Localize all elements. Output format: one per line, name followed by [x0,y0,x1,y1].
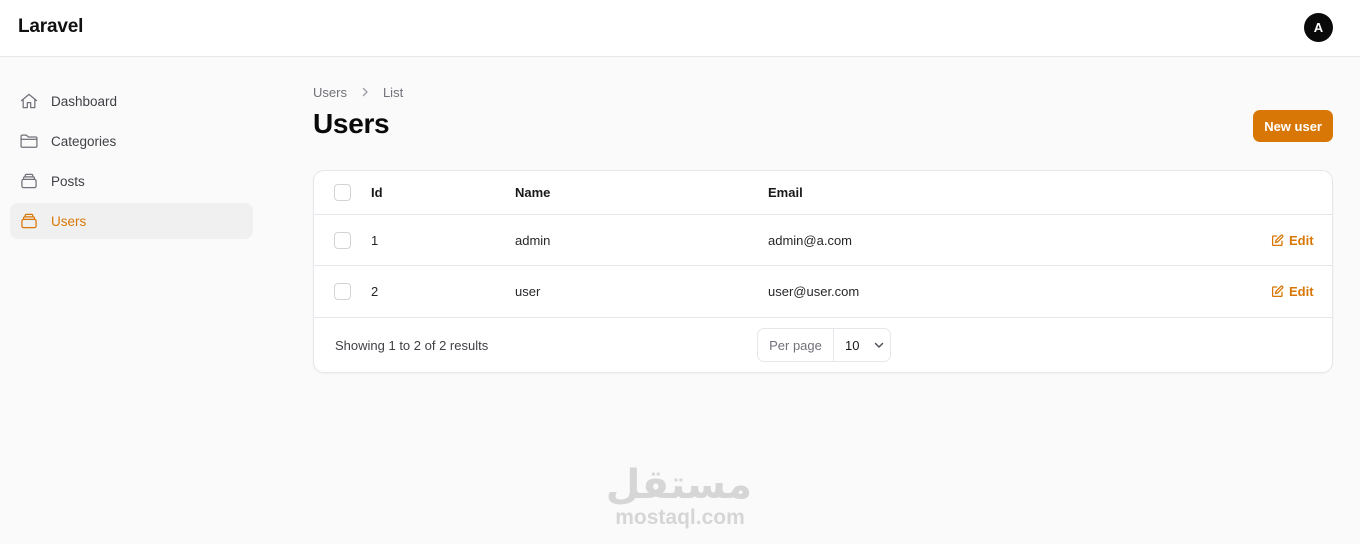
per-page-control: Per page 10 [757,328,891,362]
chevron-down-icon [875,342,884,348]
watermark-logo: مستقل mostaql.com [605,462,752,529]
edit-button[interactable]: Edit [1271,266,1314,317]
users-table: Id Name Email 1 admin admin@a.com Edit 2… [313,170,1333,373]
row-select-cell [334,266,351,317]
watermark-arabic: مستقل [605,462,752,508]
table-row[interactable]: 2 user user@user.com Edit [314,266,1332,318]
sidebar-item-label: Posts [51,173,85,189]
app-brand[interactable]: Laravel [18,16,83,38]
folder-icon [19,131,39,151]
cell-email: admin@a.com [768,232,853,248]
per-page-label: Per page [758,329,834,361]
cell-name: user [515,284,541,299]
cell-id: 1 [371,232,379,248]
new-user-button[interactable]: New user [1253,110,1333,142]
top-bar: Laravel A [0,0,1360,57]
home-icon [19,91,39,111]
edit-label: Edit [1289,232,1314,248]
pagination-summary: Showing 1 to 2 of 2 results [335,338,489,353]
column-header-id[interactable]: Id [371,171,383,214]
pencil-square-icon [1271,285,1284,298]
sidebar-item-dashboard[interactable]: Dashboard [10,83,253,119]
sidebar-item-label: Dashboard [51,93,118,109]
select-all-cell [334,171,351,214]
row-checkbox[interactable] [334,231,351,249]
per-page-value: 10 [845,337,860,353]
sidebar-item-categories[interactable]: Categories [10,123,253,159]
table-header: Id Name Email [314,171,1332,215]
page-title: Users [313,108,390,139]
cell-id: 2 [371,284,379,299]
table-row[interactable]: 1 admin admin@a.com Edit [314,215,1332,266]
main-content: Users List Users New user Id Name Email … [313,84,1333,373]
cell-email: user@user.com [768,284,860,299]
row-select-cell [334,215,351,265]
row-checkbox[interactable] [334,283,351,300]
collection-icon [19,171,39,191]
table-footer: Showing 1 to 2 of 2 results Per page 10 [314,318,1332,372]
column-header-name[interactable]: Name [515,171,550,214]
chevron-right-icon [359,86,371,98]
sidebar-item-posts[interactable]: Posts [10,163,253,199]
edit-button[interactable]: Edit [1271,215,1314,265]
watermark-latin: mostaql.com [615,506,745,529]
select-all-checkbox[interactable] [334,184,351,201]
sidebar-item-label: Categories [51,133,117,149]
per-page-select[interactable]: 10 [834,329,890,361]
collection-icon [19,211,39,231]
sidebar-item-label: Users [51,213,87,229]
user-avatar[interactable]: A [1304,13,1333,42]
breadcrumb: Users List [313,84,1333,100]
breadcrumb-current: List [382,84,404,100]
pencil-square-icon [1271,233,1284,246]
column-header-email[interactable]: Email [768,171,803,214]
sidebar: Dashboard Categories Posts Users [10,83,253,243]
edit-label: Edit [1289,284,1314,299]
breadcrumb-link-users[interactable]: Users [313,85,347,100]
cell-name: admin [515,232,551,248]
sidebar-item-users[interactable]: Users [10,203,253,239]
